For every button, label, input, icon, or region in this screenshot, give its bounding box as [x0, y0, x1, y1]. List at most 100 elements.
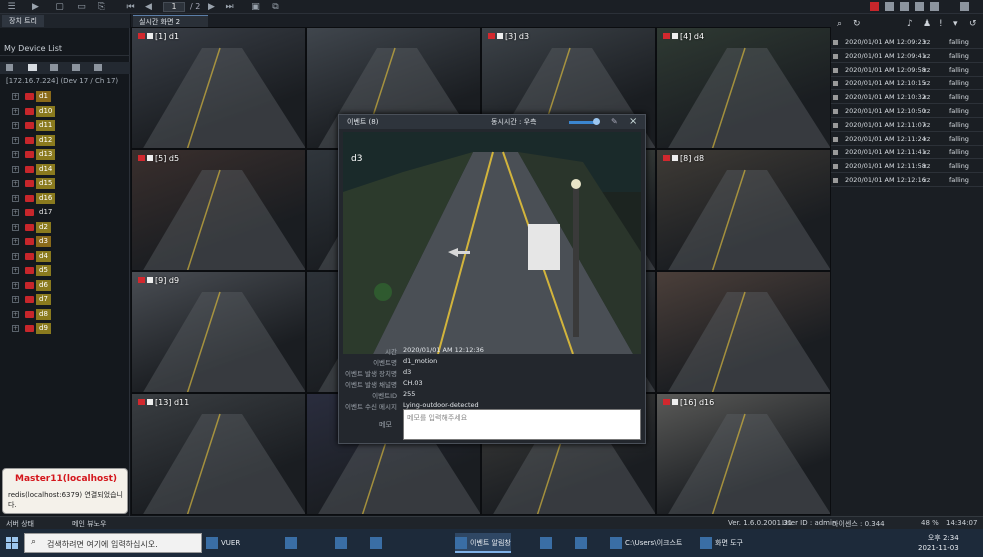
- event-row[interactable]: 2020/01/01 AM 12:11:24 xz falling: [831, 133, 983, 146]
- windows-search-box[interactable]: ⌕ 검색하려면 여기에 입력하십시오.: [24, 533, 202, 553]
- settings-icon[interactable]: [885, 2, 894, 11]
- taskbar-app[interactable]: C:\Users\이크스트: [610, 533, 682, 553]
- event-checkbox[interactable]: [833, 109, 838, 114]
- alarm-icon[interactable]: [870, 2, 879, 11]
- page-number-input[interactable]: 1: [163, 2, 185, 12]
- tree-item[interactable]: + d11: [12, 120, 72, 131]
- expand-icon[interactable]: +: [12, 93, 19, 100]
- event-row[interactable]: 2020/01/01 AM 12:09:58 xz falling: [831, 64, 983, 77]
- expand-icon[interactable]: +: [12, 151, 19, 158]
- pin-icon[interactable]: ✎: [611, 117, 618, 126]
- windows-start-icon[interactable]: [6, 537, 18, 549]
- event-checkbox[interactable]: [833, 81, 838, 87]
- first-page-icon[interactable]: ⏮: [125, 2, 136, 12]
- event-checkbox[interactable]: [833, 40, 838, 45]
- close-icon[interactable]: [960, 2, 969, 11]
- expand-icon[interactable]: +: [12, 194, 19, 202]
- taskbar-app[interactable]: 이벤트 알림창: [455, 533, 511, 553]
- tab-device-tree[interactable]: 장치 트리: [2, 15, 44, 27]
- folder-icon[interactable]: [28, 64, 37, 71]
- map-icon[interactable]: [94, 64, 102, 71]
- event-checkbox[interactable]: [833, 95, 838, 101]
- layout-icon[interactable]: ▢: [54, 2, 65, 12]
- next-page-icon[interactable]: ▶: [206, 2, 217, 12]
- menu-icon[interactable]: ☰: [6, 2, 17, 12]
- dialog-close-icon[interactable]: ×: [629, 116, 637, 127]
- search-icon[interactable]: ⌕: [837, 19, 842, 29]
- snapshot-icon[interactable]: ▣: [250, 2, 261, 12]
- bell-icon[interactable]: ♪: [907, 19, 913, 29]
- tree-item[interactable]: + d6: [12, 279, 72, 291]
- event-row[interactable]: 2020/01/01 AM 12:11:07 xz falling: [831, 119, 983, 132]
- camera-tile[interactable]: [4] d4: [656, 27, 831, 149]
- tree-item[interactable]: + d13: [12, 149, 72, 160]
- event-row[interactable]: 2020/01/01 AM 12:09:23 xz falling: [831, 36, 983, 49]
- tree-item[interactable]: + d3: [12, 236, 72, 247]
- expand-icon[interactable]: +: [12, 209, 19, 216]
- last-page-icon[interactable]: ⏭: [224, 2, 235, 12]
- event-checkbox[interactable]: [833, 150, 838, 156]
- clear-icon[interactable]: ↺: [969, 19, 977, 29]
- tree-item[interactable]: + d12: [12, 134, 72, 146]
- event-checkbox[interactable]: [833, 53, 838, 59]
- group-icon[interactable]: [50, 64, 58, 71]
- event-checkbox[interactable]: [833, 67, 838, 73]
- event-row[interactable]: 2020/01/01 AM 12:09:41 xz falling: [831, 50, 983, 63]
- tree-item[interactable]: + d17: [12, 207, 72, 218]
- taskbar-app[interactable]: [575, 533, 590, 553]
- event-row[interactable]: 2020/01/01 AM 12:10:15 xz falling: [831, 77, 983, 91]
- person-icon[interactable]: ♟: [923, 19, 931, 29]
- taskbar-app[interactable]: [335, 533, 350, 553]
- event-row[interactable]: 2020/01/01 AM 12:12:16 xz falling: [831, 174, 983, 187]
- event-checkbox[interactable]: [833, 164, 838, 170]
- camera-tile[interactable]: [1] d1: [131, 27, 306, 149]
- tree-root-node[interactable]: [172.16.7.224] (Dev 17 / Ch 17): [6, 77, 118, 85]
- camera-tile[interactable]: [656, 271, 831, 393]
- tab-live-view[interactable]: 실시간 화면 2: [133, 15, 208, 27]
- camera-tile[interactable]: [9] d9: [131, 271, 306, 393]
- monitor-icon[interactable]: ▭: [76, 2, 87, 12]
- prev-page-icon[interactable]: ◀: [143, 2, 154, 12]
- tree-item[interactable]: + d9: [12, 323, 72, 334]
- alert-icon[interactable]: !: [939, 19, 943, 29]
- tree-item[interactable]: + d16: [12, 192, 72, 204]
- taskbar-app[interactable]: [370, 533, 385, 553]
- expand-icon[interactable]: +: [12, 267, 19, 274]
- tree-item[interactable]: + d10: [12, 105, 72, 117]
- memo-input[interactable]: 메모를 입력해주세요: [403, 409, 641, 440]
- camera-tile[interactable]: [5] d5: [131, 149, 306, 271]
- event-row[interactable]: 2020/01/01 AM 12:11:58 xz falling: [831, 160, 983, 174]
- expand-icon[interactable]: +: [12, 325, 19, 332]
- minimize-icon[interactable]: [915, 2, 924, 11]
- expand-icon[interactable]: +: [12, 122, 19, 129]
- expand-icon[interactable]: +: [12, 252, 19, 260]
- expand-icon[interactable]: +: [12, 107, 19, 115]
- star-icon[interactable]: [6, 64, 13, 71]
- fullscreen-icon[interactable]: [900, 2, 909, 11]
- camera-tile[interactable]: [16] d16: [656, 393, 831, 515]
- taskbar-app[interactable]: VUER: [206, 533, 240, 553]
- camera-tile[interactable]: [13] d11: [131, 393, 306, 515]
- tree-item[interactable]: + d7: [12, 294, 72, 305]
- tree-item[interactable]: + d2: [12, 221, 72, 233]
- expand-icon[interactable]: +: [12, 136, 19, 144]
- dialog-slider-knob[interactable]: [593, 118, 600, 125]
- event-checkbox[interactable]: [833, 178, 838, 183]
- event-checkbox[interactable]: [833, 136, 838, 142]
- expand-icon[interactable]: +: [12, 238, 19, 245]
- filter-icon[interactable]: ▾: [953, 19, 958, 29]
- expand-icon[interactable]: +: [12, 223, 19, 231]
- export-icon[interactable]: ⎘: [96, 2, 107, 12]
- tree-item[interactable]: + d8: [12, 308, 72, 320]
- taskbar-app[interactable]: [285, 533, 300, 553]
- record-icon[interactable]: ⧉: [270, 2, 281, 12]
- tree-item[interactable]: + d15: [12, 178, 72, 189]
- refresh-icon[interactable]: ↻: [853, 19, 861, 29]
- tree-item[interactable]: + d14: [12, 163, 72, 175]
- camera-tile[interactable]: [8] d8: [656, 149, 831, 271]
- tree-item[interactable]: + d4: [12, 250, 72, 262]
- play-icon[interactable]: ▶: [30, 2, 41, 12]
- expand-icon[interactable]: +: [12, 310, 19, 318]
- event-checkbox[interactable]: [833, 122, 838, 128]
- event-row[interactable]: 2020/01/01 AM 12:11:41 xz falling: [831, 146, 983, 160]
